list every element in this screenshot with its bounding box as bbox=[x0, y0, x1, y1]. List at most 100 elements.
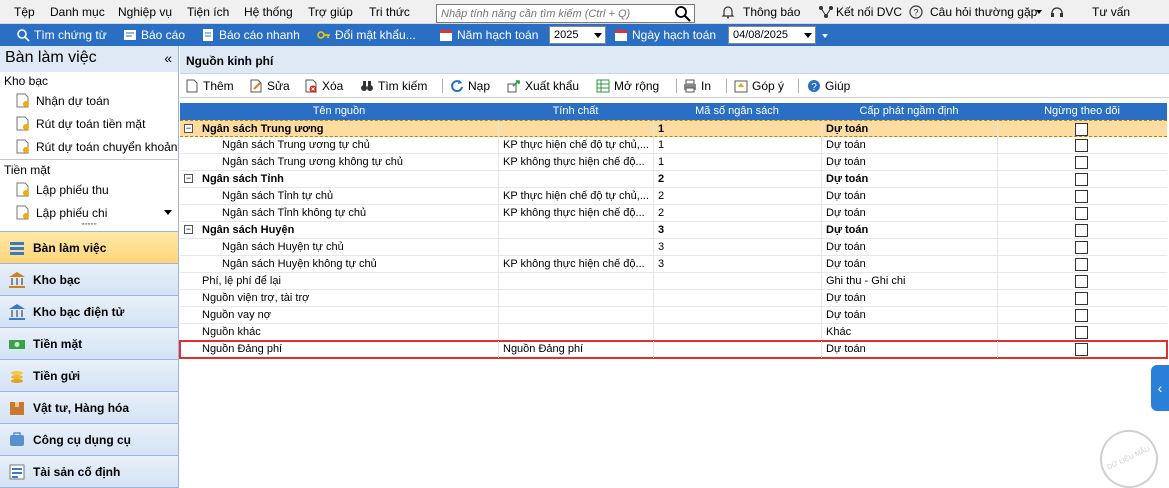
column-header-budget-code[interactable]: Mã số ngân sách bbox=[653, 105, 821, 117]
chevron-down-icon[interactable] bbox=[804, 33, 812, 38]
side-panel-toggle[interactable]: ‹ bbox=[1151, 365, 1169, 411]
table-row[interactable]: Phí, lệ phí để lại Ghi thu - Ghi chi bbox=[180, 273, 1167, 290]
sidebar-link-payment[interactable]: Lập phiếu chi bbox=[0, 201, 178, 224]
print-button[interactable]: In bbox=[683, 78, 711, 94]
question-icon[interactable]: ? bbox=[909, 5, 923, 22]
nav-tools[interactable]: Công cụ dụng cụ bbox=[0, 424, 178, 456]
stop-tracking-checkbox[interactable] bbox=[1075, 343, 1088, 356]
column-divider bbox=[997, 239, 998, 256]
table-row[interactable]: Ngân sách Tỉnh không tự chủ KP không thự… bbox=[180, 205, 1167, 222]
table-row[interactable]: Nguồn viện trợ, tài trợ Dự toán bbox=[180, 290, 1167, 307]
sidebar-link-withdraw-transfer[interactable]: Rút dự toán chuyển khoản bbox=[0, 135, 178, 158]
toolbar-overflow-icon[interactable] bbox=[822, 34, 828, 38]
table-row[interactable]: − Ngân sách Huyện 3 Dự toán bbox=[180, 222, 1167, 239]
column-header-property[interactable]: Tính chất bbox=[498, 105, 653, 117]
nav-fixed-assets[interactable]: Tài sản cố định bbox=[0, 456, 178, 488]
stop-tracking-checkbox[interactable] bbox=[1075, 123, 1088, 136]
table-row[interactable]: − Ngân sách Tỉnh 2 Dự toán bbox=[180, 171, 1167, 188]
sidebar-link-label: Lập phiếu chi bbox=[36, 205, 108, 220]
edit-button[interactable]: Sửa bbox=[249, 78, 290, 94]
stop-tracking-checkbox[interactable] bbox=[1075, 275, 1088, 288]
expand-button[interactable]: Mở rộng bbox=[596, 78, 659, 94]
collapse-icon[interactable]: − bbox=[184, 124, 193, 133]
table-row[interactable]: Nguồn vay nợ Dự toán bbox=[180, 307, 1167, 324]
reload-button[interactable]: Nạp bbox=[450, 78, 490, 94]
nav-e-treasury[interactable]: Kho bạc điện tử bbox=[0, 296, 178, 328]
report-button[interactable]: Báo cáo bbox=[123, 26, 185, 44]
table-row-highlighted[interactable]: Nguồn Đảng phí Nguồn Đảng phí Dự toán bbox=[179, 340, 1168, 359]
nav-deposit[interactable]: Tiền gửi bbox=[0, 360, 178, 392]
table-row[interactable]: Ngân sách Huyện tự chủ 3 Dự toán bbox=[180, 239, 1167, 256]
fiscal-year-select[interactable]: 2025 bbox=[549, 26, 606, 44]
stop-tracking-checkbox[interactable] bbox=[1075, 258, 1088, 271]
table-row[interactable]: Ngân sách Trung ương tự chủ KP thực hiện… bbox=[180, 137, 1167, 154]
stop-tracking-checkbox[interactable] bbox=[1075, 292, 1088, 305]
consult-link[interactable]: Tư vấn bbox=[1092, 5, 1130, 19]
posting-date-field[interactable]: 04/08/2025 bbox=[728, 26, 816, 44]
document-icon bbox=[16, 205, 30, 220]
find-voucher-button[interactable]: Tìm chứng từ bbox=[16, 26, 107, 44]
stop-tracking-checkbox[interactable] bbox=[1075, 326, 1088, 339]
headset-icon[interactable] bbox=[1050, 5, 1064, 22]
stop-tracking-checkbox[interactable] bbox=[1075, 173, 1088, 186]
column-header-default-allocation[interactable]: Cấp phát ngầm định bbox=[821, 105, 997, 117]
notification-link[interactable]: Thông báo bbox=[743, 5, 800, 19]
cell-name: Ngân sách Huyện bbox=[202, 224, 295, 236]
delete-button[interactable]: Xóa bbox=[304, 78, 343, 94]
connect-icon[interactable] bbox=[818, 5, 834, 22]
cell-name: Ngân sách Huyện tự chủ bbox=[222, 241, 344, 253]
stop-tracking-checkbox[interactable] bbox=[1075, 190, 1088, 203]
chevron-down-icon[interactable] bbox=[594, 33, 602, 38]
menu-file[interactable]: Tệp bbox=[14, 5, 35, 19]
menu-knowledge[interactable]: Tri thức bbox=[369, 5, 410, 19]
nav-workspace[interactable]: Bàn làm việc bbox=[0, 232, 178, 264]
column-header-name[interactable]: Tên nguồn bbox=[180, 105, 498, 117]
table-row[interactable]: Nguồn khác Khác bbox=[180, 324, 1167, 341]
scroll-down-icon[interactable] bbox=[164, 210, 172, 215]
export-button[interactable]: Xuất khẩu bbox=[507, 78, 579, 94]
search-input[interactable] bbox=[437, 5, 669, 22]
help-button[interactable]: ? Giúp bbox=[807, 78, 850, 94]
cell-code: 1 bbox=[658, 139, 665, 151]
chevron-down-icon[interactable] bbox=[1036, 10, 1042, 14]
feature-search[interactable] bbox=[436, 4, 695, 23]
bell-icon[interactable] bbox=[721, 5, 735, 22]
nav-treasury[interactable]: Kho bạc bbox=[0, 264, 178, 296]
collapse-icon[interactable]: − bbox=[184, 174, 193, 183]
table-row[interactable]: Ngân sách Trung ương không tự chủ KP khô… bbox=[180, 154, 1167, 171]
menu-catalog[interactable]: Danh mục bbox=[50, 5, 105, 19]
sidebar-link-receipt[interactable]: Lập phiếu thu bbox=[0, 178, 178, 201]
add-button[interactable]: Thêm bbox=[185, 78, 234, 94]
menu-system[interactable]: Hệ thống bbox=[244, 5, 293, 19]
cell-code: 1 bbox=[658, 123, 665, 135]
nav-cash[interactable]: Tiền mặt bbox=[0, 328, 178, 360]
resize-grip[interactable]: '''''''''' bbox=[0, 223, 178, 232]
nav-goods[interactable]: Vật tư, Hàng hóa bbox=[0, 392, 178, 424]
search-button[interactable]: Tìm kiếm bbox=[360, 78, 427, 94]
stop-tracking-checkbox[interactable] bbox=[1075, 207, 1088, 220]
table-row[interactable]: Ngân sách Tỉnh tự chủ KP thực hiện chế đ… bbox=[180, 188, 1167, 205]
menu-utilities[interactable]: Tiện ích bbox=[187, 5, 229, 19]
column-header-stop-tracking[interactable]: Ngừng theo dõi bbox=[997, 105, 1167, 117]
collapse-icon[interactable]: « bbox=[164, 50, 172, 66]
sidebar-link-receive-estimate[interactable]: Nhận dự toán bbox=[0, 89, 178, 112]
change-password-button[interactable]: Đổi mật khẩu... bbox=[317, 26, 416, 44]
faq-link[interactable]: Câu hỏi thường gặp bbox=[930, 5, 1037, 19]
stop-tracking-checkbox[interactable] bbox=[1075, 139, 1088, 152]
sidebar-link-withdraw-cash[interactable]: Rút dự toán tiền mặt bbox=[0, 112, 178, 135]
table-row[interactable]: − Ngân sách Trung ương 1 Dự toán bbox=[180, 120, 1167, 138]
stop-tracking-checkbox[interactable] bbox=[1075, 241, 1088, 254]
column-divider bbox=[821, 222, 822, 239]
menu-operations[interactable]: Nghiệp vụ bbox=[118, 5, 172, 19]
stop-tracking-checkbox[interactable] bbox=[1075, 224, 1088, 237]
dvc-link[interactable]: Kết nối DVC bbox=[836, 5, 902, 19]
stop-tracking-checkbox[interactable] bbox=[1075, 309, 1088, 322]
feedback-button[interactable]: Góp ý bbox=[734, 78, 784, 94]
sidebar-header: Bàn làm việc « bbox=[0, 46, 178, 72]
collapse-icon[interactable]: − bbox=[184, 225, 193, 234]
search-icon[interactable] bbox=[674, 5, 692, 25]
table-row[interactable]: Ngân sách Huyện không tự chủ KP không th… bbox=[180, 256, 1167, 273]
menu-help[interactable]: Trợ giúp bbox=[308, 5, 353, 19]
stop-tracking-checkbox[interactable] bbox=[1075, 156, 1088, 169]
quick-report-button[interactable]: Báo cáo nhanh bbox=[201, 26, 300, 44]
